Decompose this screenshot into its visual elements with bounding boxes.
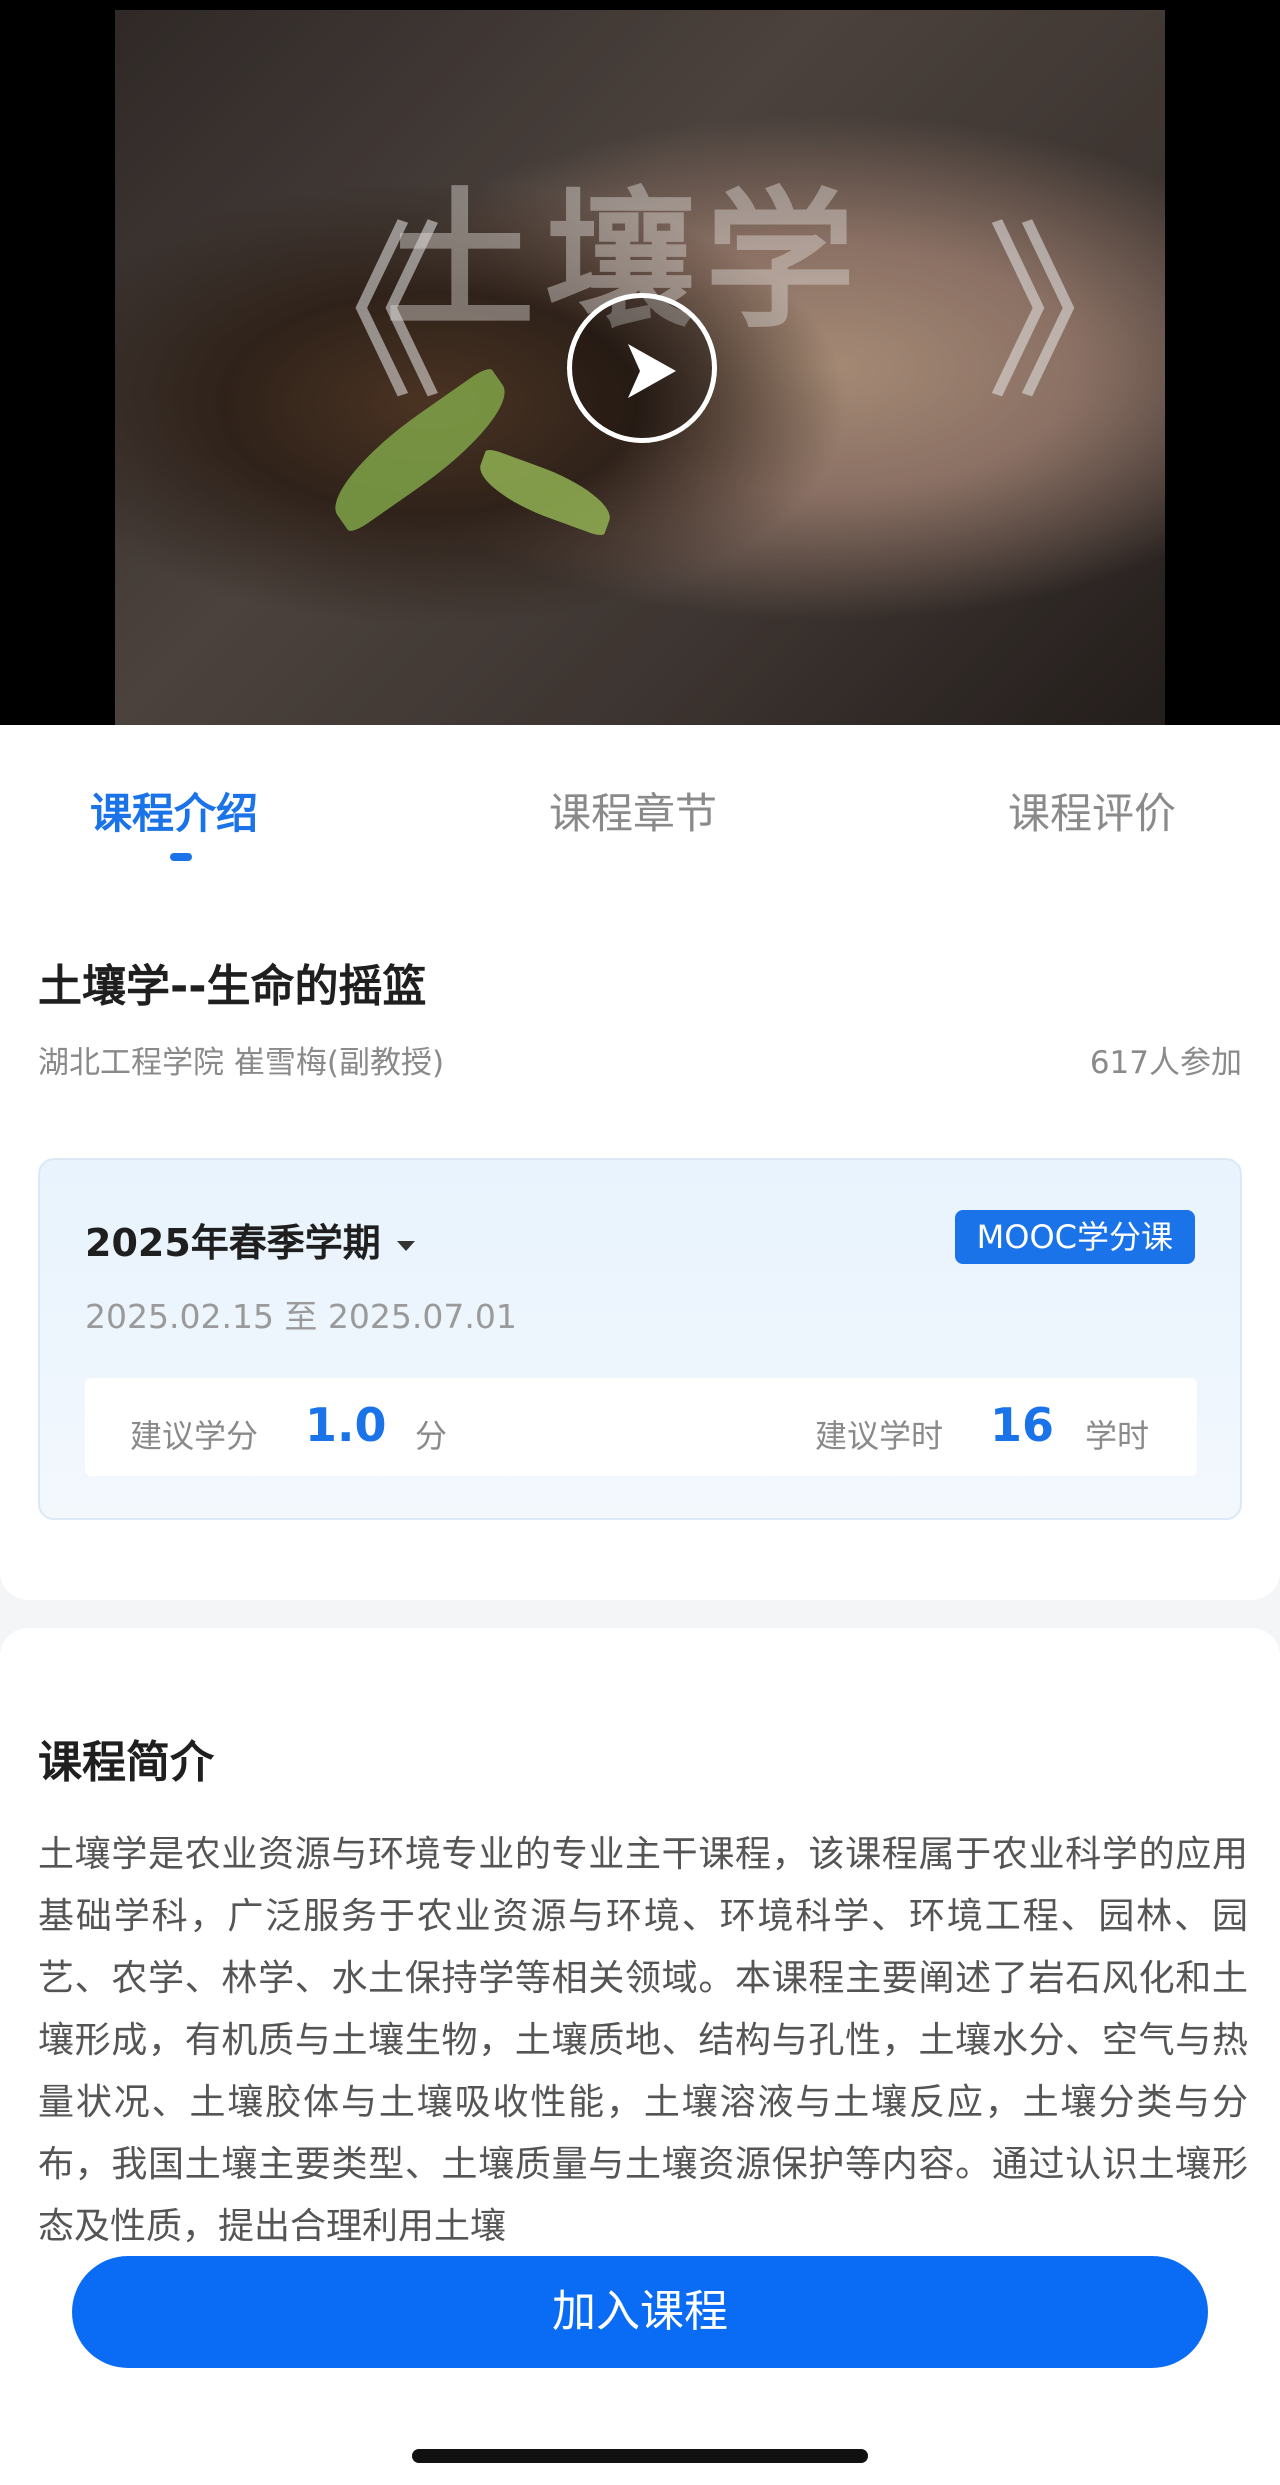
intro-text: 土壤学是农业资源与环境专业的专业主干课程，该课程属于农业科学的应用基础学科，广泛… — [38, 1834, 1248, 2247]
semester-panel: 2025年春季学期 MOOC学分课 2025.02.15 至 2025.07.0… — [38, 1158, 1242, 1520]
play-icon — [628, 344, 676, 398]
semester-stats: 建议学分 1.0 分 建议学时 16 学时 — [85, 1378, 1197, 1476]
tab-course-intro[interactable]: 课程介绍 — [90, 780, 258, 841]
home-indicator — [412, 2449, 868, 2463]
semester-selector[interactable]: 2025年春季学期 — [85, 1212, 415, 1267]
credit-value: 1.0 — [305, 1398, 387, 1452]
hours-label: 建议学时 — [815, 1417, 944, 1455]
mooc-credit-badge: MOOC学分课 — [954, 1210, 1195, 1264]
semester-date-range: 2025.02.15 至 2025.07.01 — [85, 1297, 517, 1336]
credit-label: 建议学分 — [130, 1417, 259, 1455]
video-player[interactable]: 《 土壤学 》 — [0, 0, 1280, 725]
participant-count: 617人参加 — [1089, 1045, 1242, 1081]
video-art-bracket-right: 》 — [985, 204, 1165, 425]
tab-bar: 课程介绍 课程章节 课程评价 — [0, 725, 1280, 881]
course-info-card: 土壤学--生命的摇篮 湖北工程学院 崔雪梅(副教授) 617人参加 2025年春… — [0, 880, 1280, 1600]
tab-course-chapters[interactable]: 课程章节 — [549, 780, 717, 841]
tab-course-reviews[interactable]: 课程评价 — [1008, 780, 1176, 841]
tab-active-indicator — [170, 853, 192, 861]
caret-down-icon — [396, 1240, 415, 1251]
join-course-button[interactable]: 加入课程 — [72, 2256, 1208, 2368]
play-button[interactable] — [567, 293, 717, 443]
course-title: 土壤学--生命的摇篮 — [38, 961, 427, 1012]
intro-heading: 课程简介 — [38, 1737, 214, 1788]
course-teacher: 湖北工程学院 崔雪梅(副教授) — [38, 1045, 445, 1081]
semester-name: 2025年春季学期 — [85, 1221, 381, 1265]
credit-unit: 分 — [415, 1417, 448, 1455]
hours-unit: 学时 — [1085, 1417, 1150, 1455]
hours-value: 16 — [990, 1398, 1055, 1452]
